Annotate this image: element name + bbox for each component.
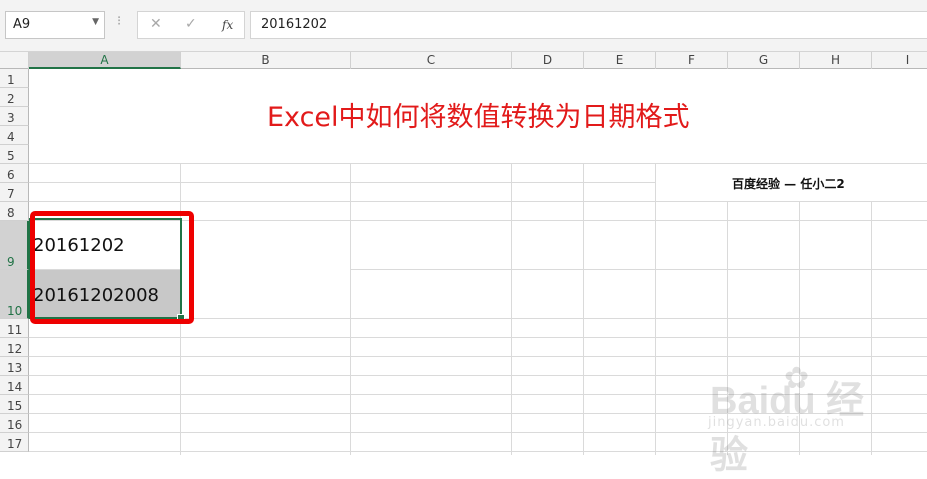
row-header-5[interactable]: 5 <box>0 145 29 164</box>
watermark-url: jingyan.baidu.com <box>708 415 845 430</box>
row-header-7[interactable]: 7 <box>0 183 29 202</box>
name-box-value: A9 <box>13 17 31 32</box>
formula-buttons: ✕ ✓ fx <box>137 11 245 39</box>
name-box[interactable]: A9 ▼ <box>5 11 105 39</box>
row-header-11[interactable]: 11 <box>0 319 29 338</box>
column-header-a[interactable]: A <box>29 52 181 69</box>
row-header-16[interactable]: 16 <box>0 414 29 433</box>
more-options-icon[interactable]: ⁝ <box>117 14 121 29</box>
column-header-g[interactable]: G <box>728 52 800 69</box>
highlight-annotation <box>30 211 194 324</box>
sheet-title: Excel中如何将数值转换为日期格式 <box>267 102 690 133</box>
row-header-15[interactable]: 15 <box>0 395 29 414</box>
column-header-h[interactable]: H <box>800 52 872 69</box>
row-header-6[interactable]: 6 <box>0 164 29 183</box>
row-header-12[interactable]: 12 <box>0 338 29 357</box>
insert-function-icon[interactable]: fx <box>222 18 233 32</box>
row-header-2[interactable]: 2 <box>0 88 29 107</box>
paw-icon: ✿ <box>784 361 810 396</box>
row-header-14[interactable]: 14 <box>0 376 29 395</box>
row-header-10[interactable]: 10 <box>0 270 29 319</box>
row-header-1[interactable]: 1 <box>0 69 29 88</box>
row-header-4[interactable]: 4 <box>0 126 29 145</box>
baidu-watermark: Baidu 经验 ✿ jingyan.baidu.com <box>696 355 886 477</box>
select-all-corner[interactable] <box>0 52 29 69</box>
cancel-icon[interactable]: ✕ <box>150 16 162 32</box>
column-header-b[interactable]: B <box>181 52 351 69</box>
column-header-f[interactable]: F <box>656 52 728 69</box>
formula-input[interactable]: 20161202 <box>250 11 927 39</box>
column-header-i[interactable]: I <box>872 52 927 69</box>
chevron-down-icon[interactable]: ▼ <box>92 17 99 27</box>
row-header-9[interactable]: 9 <box>0 221 29 270</box>
row-header-13[interactable]: 13 <box>0 357 29 376</box>
column-header-c[interactable]: C <box>351 52 512 69</box>
formula-bar: A9 ▼ ⁝ ✕ ✓ fx 20161202 <box>0 0 927 51</box>
row-header-17[interactable]: 17 <box>0 433 29 452</box>
column-header-d[interactable]: D <box>512 52 584 69</box>
column-header-e[interactable]: E <box>584 52 656 69</box>
formula-value: 20161202 <box>261 17 328 32</box>
row-header-3[interactable]: 3 <box>0 107 29 126</box>
row-header-8[interactable]: 8 <box>0 202 29 221</box>
author-label: 百度经验 — 任小二2 <box>732 177 845 191</box>
column-header-bar: A B C D E F G H I <box>0 51 927 69</box>
enter-icon[interactable]: ✓ <box>185 16 197 32</box>
